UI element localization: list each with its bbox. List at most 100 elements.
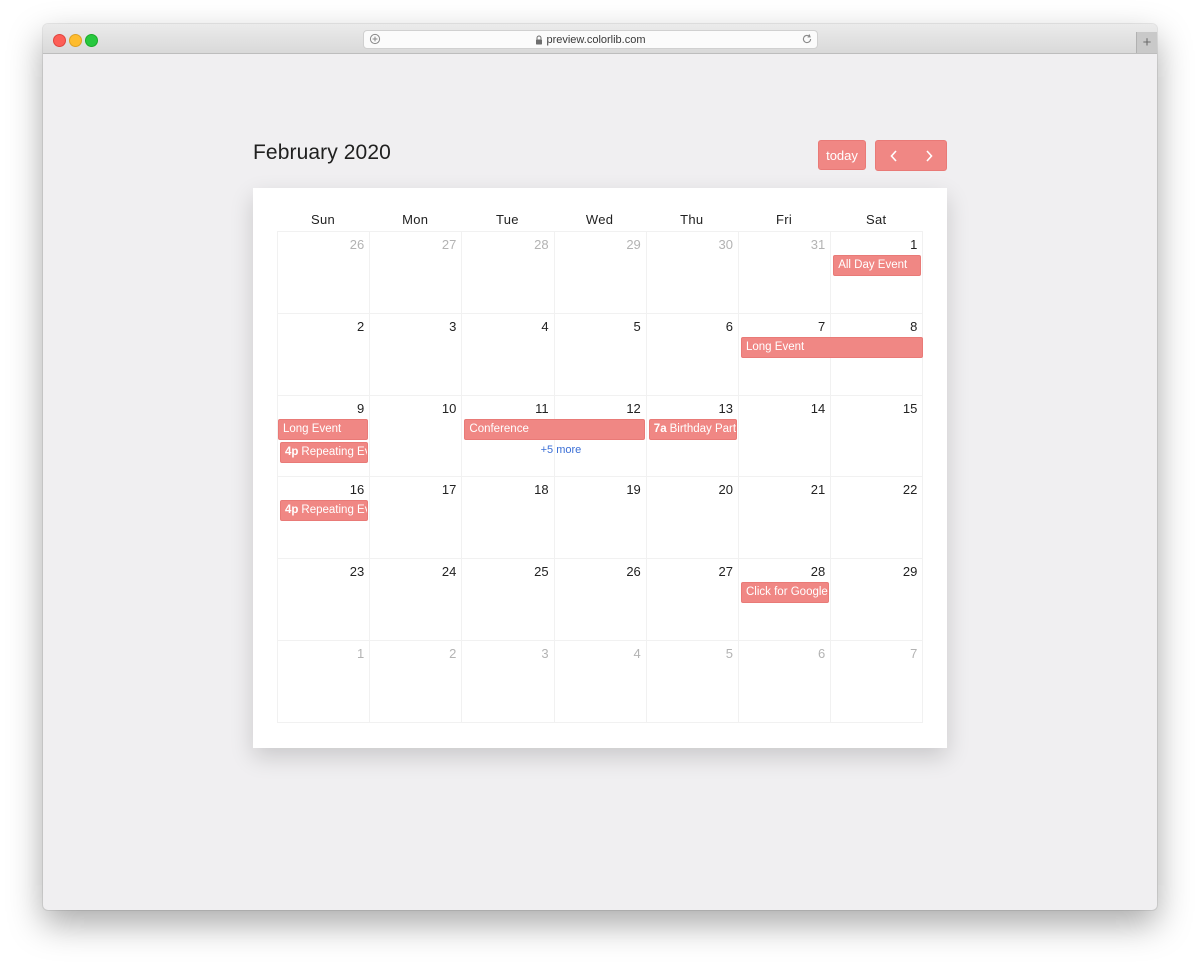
address-bar[interactable]: preview.colorlib.com	[363, 30, 818, 49]
day-number[interactable]: 26	[626, 564, 640, 579]
day-number[interactable]: 5	[634, 319, 641, 334]
event-title: Click for Google	[746, 586, 828, 599]
day-cell[interactable]: 21	[739, 477, 832, 560]
day-cell[interactable]: 17	[370, 477, 463, 560]
day-number[interactable]: 6	[726, 319, 733, 334]
day-number[interactable]: 27	[719, 564, 733, 579]
day-number[interactable]: 6	[818, 646, 825, 661]
day-cell[interactable]: 24	[370, 559, 463, 641]
day-number[interactable]: 7	[818, 319, 825, 334]
day-cell[interactable]: 29	[831, 559, 924, 641]
day-cell[interactable]: 6	[739, 641, 832, 723]
day-cell[interactable]: 26	[554, 559, 647, 641]
day-number[interactable]: 2	[449, 646, 456, 661]
day-cell[interactable]: 2	[278, 313, 371, 396]
day-cell[interactable]: 1	[278, 641, 371, 723]
day-number[interactable]: 31	[811, 237, 825, 252]
weekday-header: Sun Mon Tue Wed Thu Fri Sat	[277, 212, 922, 232]
day-number[interactable]: 17	[442, 482, 456, 497]
day-number[interactable]: 2	[357, 319, 364, 334]
day-cell[interactable]: 3	[462, 641, 555, 723]
day-number[interactable]: 25	[534, 564, 548, 579]
day-cell[interactable]: 10	[370, 395, 463, 478]
day-cell[interactable]: 25	[462, 559, 555, 641]
day-cell[interactable]: 31	[739, 232, 832, 314]
day-number[interactable]: 16	[350, 482, 364, 497]
day-cell[interactable]: 18	[462, 477, 555, 560]
day-number[interactable]: 23	[350, 564, 364, 579]
day-number[interactable]: 3	[541, 646, 548, 661]
day-cell[interactable]: 2	[370, 641, 463, 723]
day-cell[interactable]: 23	[278, 559, 371, 641]
event-time: 4p	[285, 504, 299, 517]
day-cell[interactable]: 28	[462, 232, 555, 314]
event-repeating-event-2[interactable]: 4pRepeating Event	[280, 500, 369, 522]
day-cell[interactable]: 4	[554, 641, 647, 723]
day-number[interactable]: 4	[541, 319, 548, 334]
day-number[interactable]: 1	[357, 646, 364, 661]
day-number[interactable]: 4	[634, 646, 641, 661]
day-cell[interactable]: 7	[831, 641, 924, 723]
day-number[interactable]: 14	[811, 401, 825, 416]
event-long-event-2[interactable]: Long Event	[278, 418, 369, 440]
day-number[interactable]: 3	[449, 319, 456, 334]
day-number[interactable]: 10	[442, 401, 456, 416]
lock-icon	[536, 35, 543, 44]
reload-icon[interactable]	[801, 33, 813, 45]
day-cell[interactable]: 29	[554, 232, 647, 314]
day-number[interactable]: 28	[811, 564, 825, 579]
day-number[interactable]: 13	[719, 401, 733, 416]
day-number[interactable]: 5	[726, 646, 733, 661]
day-number[interactable]: 8	[910, 319, 917, 334]
previous-month-button[interactable]	[876, 141, 911, 170]
day-cell[interactable]: 22	[831, 477, 924, 560]
day-number[interactable]: 28	[534, 237, 548, 252]
day-cell[interactable]: 6	[646, 313, 739, 396]
more-events-link[interactable]: +5 more	[541, 444, 582, 456]
new-tab-button[interactable]: +	[1136, 32, 1157, 53]
day-cell[interactable]: 4	[462, 313, 555, 396]
day-cell[interactable]: 20	[646, 477, 739, 560]
next-month-button[interactable]	[911, 141, 946, 170]
day-cell[interactable]: 14	[739, 395, 832, 478]
day-cell[interactable]: 3	[370, 313, 463, 396]
event-conference[interactable]: Conference	[464, 418, 645, 440]
day-number[interactable]: 15	[903, 401, 917, 416]
minimize-window-button[interactable]	[69, 34, 82, 47]
day-number[interactable]: 12	[626, 401, 640, 416]
day-number[interactable]: 18	[534, 482, 548, 497]
day-cell[interactable]: 26	[278, 232, 371, 314]
month-grid: 26 27 28 29 30 31 1 2 3 4 5 6 7 8 9 10 11 12 13 14 15 16 17 18 1…	[277, 231, 924, 723]
day-number[interactable]: 1	[910, 237, 917, 252]
day-number[interactable]: 7	[910, 646, 917, 661]
day-number[interactable]: 24	[442, 564, 456, 579]
weekday-sun: Sun	[310, 212, 336, 227]
day-number[interactable]: 30	[719, 237, 733, 252]
day-cell[interactable]: 5	[554, 313, 647, 396]
today-button[interactable]: today	[818, 140, 866, 170]
day-number[interactable]: 20	[719, 482, 733, 497]
day-number[interactable]: 29	[903, 564, 917, 579]
close-window-button[interactable]	[53, 34, 66, 47]
day-cell[interactable]: 19	[554, 477, 647, 560]
day-number[interactable]: 21	[811, 482, 825, 497]
day-cell[interactable]: 30	[646, 232, 739, 314]
event-repeating-event-1[interactable]: 4pRepeating Event	[280, 441, 369, 463]
day-cell[interactable]: 5	[646, 641, 739, 723]
event-title: Birthday Party	[669, 422, 737, 435]
day-number[interactable]: 9	[357, 401, 364, 416]
day-cell[interactable]: 27	[370, 232, 463, 314]
event-click-for-google[interactable]: Click for Google	[741, 582, 830, 604]
day-number[interactable]: 26	[350, 237, 364, 252]
day-cell[interactable]: 27	[646, 559, 739, 641]
event-birthday-party[interactable]: 7a Birthday Party	[648, 418, 737, 440]
event-all-day-event[interactable]: All Day Event	[833, 255, 922, 276]
event-long-event-1[interactable]: Long Event	[741, 336, 924, 358]
day-number[interactable]: 22	[903, 482, 917, 497]
day-number[interactable]: 29	[626, 237, 640, 252]
day-number[interactable]: 19	[626, 482, 640, 497]
zoom-window-button[interactable]	[85, 34, 98, 47]
day-number[interactable]: 27	[442, 237, 456, 252]
day-cell[interactable]: 15	[831, 395, 924, 478]
day-number[interactable]: 11	[535, 401, 549, 416]
